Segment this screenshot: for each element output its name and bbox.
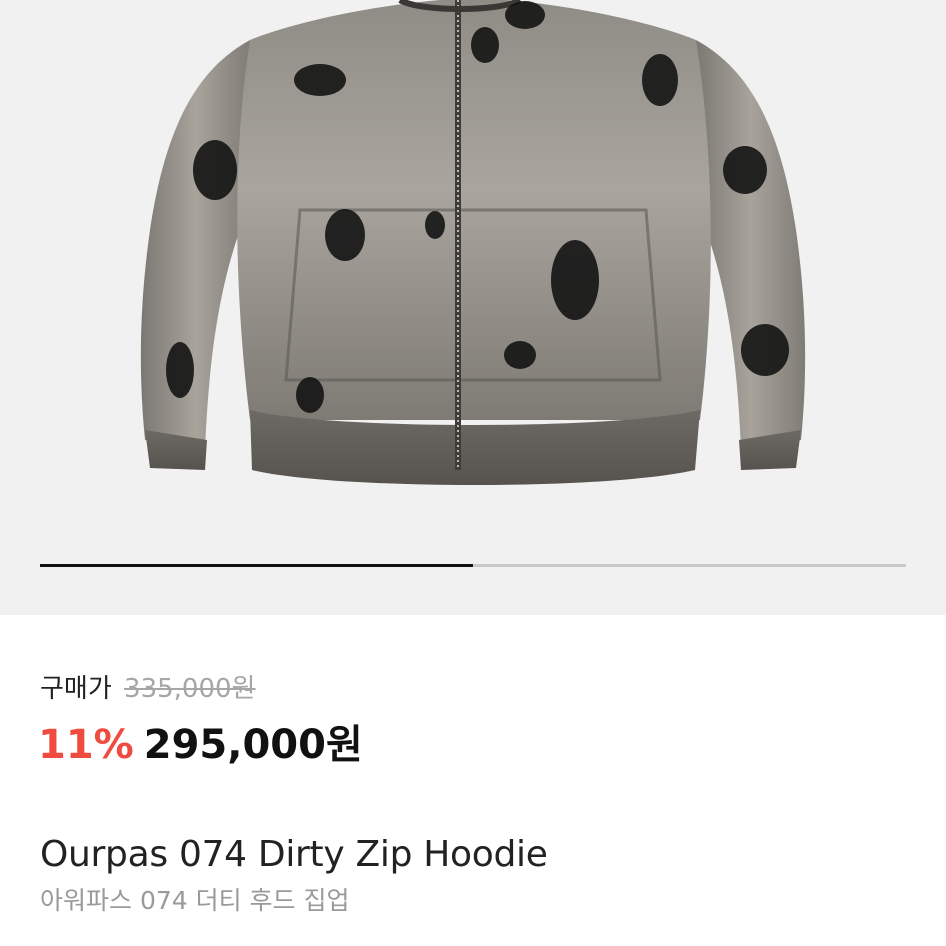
image-progress-indicator <box>40 564 473 567</box>
sale-price-row: 11% 295,000원 <box>38 719 363 771</box>
product-name-en: Ourpas 074 Dirty Zip Hoodie <box>40 834 548 875</box>
discount-rate: 11% <box>38 722 134 768</box>
price-label: 구매가 <box>40 674 112 704</box>
product-image-carousel[interactable] <box>0 0 946 615</box>
image-progress-track <box>40 564 906 567</box>
original-price: 335,000원 <box>124 674 256 704</box>
product-name-ko: 아워파스 074 더티 후드 집업 <box>40 886 350 915</box>
product-info: 구매가 335,000원 11% 295,000원 Ourpas 074 Dirt… <box>0 615 946 946</box>
sale-price: 295,000원 <box>143 722 363 768</box>
original-price-row: 구매가 335,000원 <box>40 672 255 706</box>
product-page: 구매가 335,000원 11% 295,000원 Ourpas 074 Dirt… <box>0 0 946 946</box>
hoodie-product-image <box>140 0 806 485</box>
